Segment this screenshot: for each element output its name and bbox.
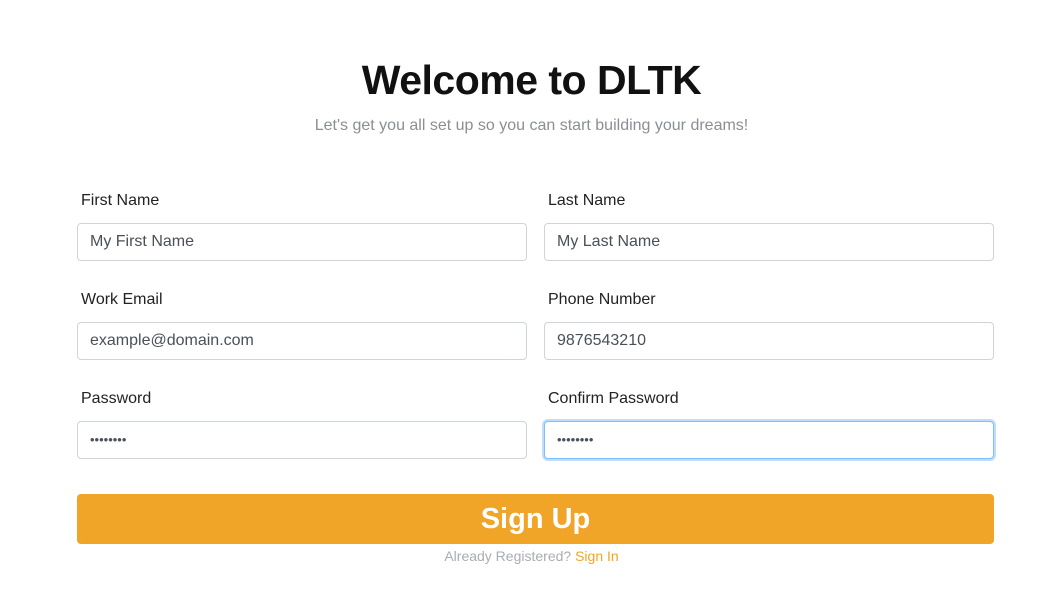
password-field: •••••••• bbox=[77, 421, 527, 459]
signup-page: Welcome to DLTK Let's get you all set up… bbox=[0, 0, 1063, 604]
confirm-password-label: Confirm Password bbox=[548, 390, 679, 407]
page-title: Welcome to DLTK bbox=[361, 57, 702, 103]
phone-number-input[interactable] bbox=[544, 322, 994, 360]
first-name-label: First Name bbox=[81, 192, 160, 209]
last-name-input[interactable] bbox=[544, 223, 994, 261]
confirm-password-field: •••••••• bbox=[544, 421, 994, 459]
page-subtitle: Let's get you all set up so you can star… bbox=[314, 117, 749, 134]
last-name-label: Last Name bbox=[548, 192, 626, 209]
sign-up-button[interactable]: Sign Up bbox=[77, 494, 994, 544]
work-email-input[interactable] bbox=[77, 322, 527, 360]
work-email-label: Work Email bbox=[81, 291, 163, 308]
phone-number-label: Phone Number bbox=[548, 291, 656, 308]
confirm-password-input[interactable] bbox=[544, 421, 994, 459]
password-label: Password bbox=[81, 390, 152, 407]
password-input[interactable] bbox=[77, 421, 527, 459]
signin-prompt: Already Registered? Sign In bbox=[0, 547, 1063, 565]
first-name-input[interactable] bbox=[77, 223, 527, 261]
already-registered-text: Already Registered? bbox=[444, 548, 572, 564]
sign-in-link[interactable]: Sign In bbox=[575, 548, 619, 564]
